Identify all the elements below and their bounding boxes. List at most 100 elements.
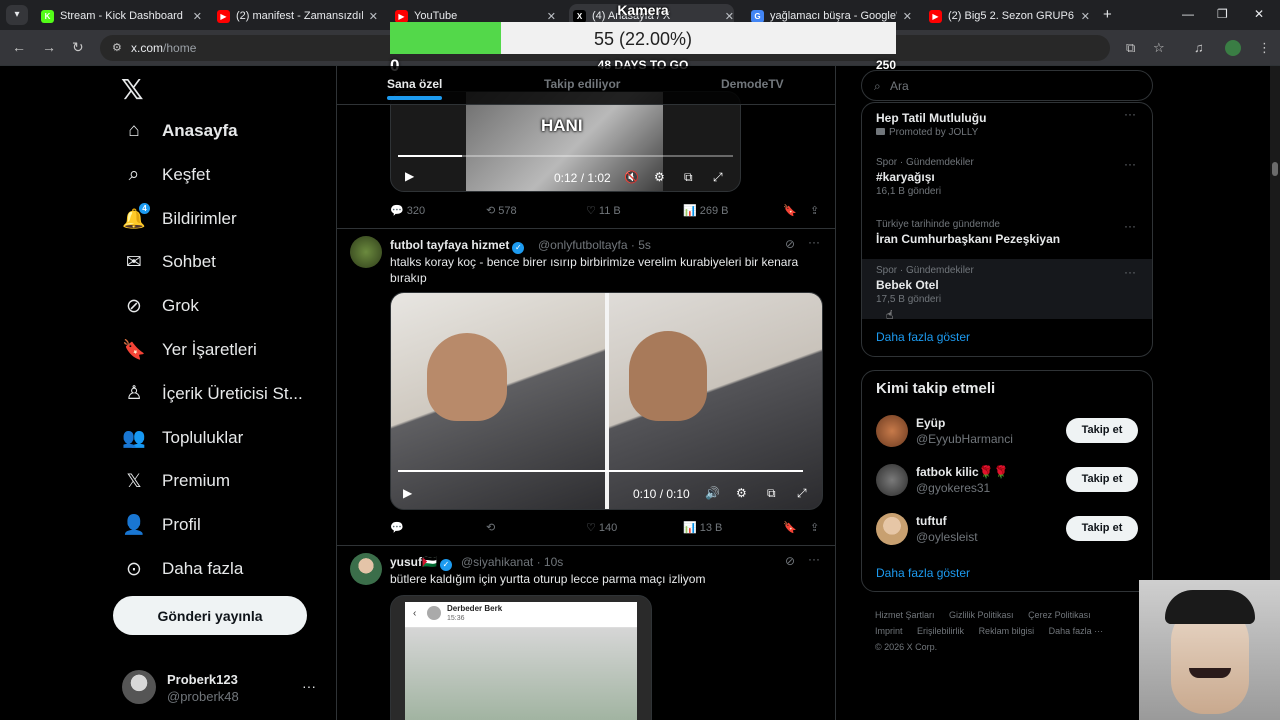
tab-search-button[interactable]: ▾ [6,5,28,25]
tab-close-icon[interactable]: ✕ [1081,10,1090,23]
more-dots-icon[interactable]: ··· [1124,265,1136,279]
browser-tab[interactable]: ▶ (2) manifest - Zamansızdık ✕ [213,4,378,28]
sidebar-item-bookmark[interactable]: 🔖 Yer İşaretleri [122,330,257,370]
avatar[interactable] [876,513,908,545]
video-player[interactable]: HANI ▶ 0:12 / 1:02 🔇 ⚙ ⧉ ⤢ [390,91,741,192]
tab-demodetv[interactable]: DemodeTV [721,77,784,91]
site-info-icon[interactable]: ⚙ [112,41,122,54]
search-box[interactable]: ⌕ [861,70,1153,101]
sidebar-item-profile[interactable]: 👤 Profil [122,505,201,545]
close-window-icon[interactable]: ✕ [1254,7,1264,21]
show-more-link[interactable]: Daha fazla göster [876,566,970,580]
bookmark-star-icon[interactable]: ☆ [1153,40,1165,56]
video-progress[interactable] [398,155,733,157]
avatar[interactable] [350,236,382,268]
trend-item[interactable]: Hep Tatil Mutluluğu Promoted by JOLLY [876,109,986,138]
like-button[interactable]: ♡ 11 B [586,204,621,217]
post-button[interactable]: Gönderi yayınla [113,596,307,635]
tab-close-icon[interactable]: ✕ [903,10,912,23]
footer-link[interactable]: Gizlilik Politikası [949,610,1014,620]
follow-button[interactable]: Takip et [1066,516,1138,541]
footer-link[interactable]: Imprint [875,626,903,636]
footer-link[interactable]: Reklam bilgisi [979,626,1035,636]
grok-icon[interactable]: ⊘ [785,554,795,568]
share-icon[interactable]: ⇪ [810,521,819,534]
browser-tab[interactable]: K Stream - Kick Dashboard ✕ [37,4,202,28]
pip-icon[interactable]: ⧉ [684,170,693,185]
more-dots-icon[interactable]: ··· [1124,219,1136,233]
tab-close-icon[interactable]: ✕ [193,10,202,23]
minimize-icon[interactable]: — [1182,7,1194,21]
video-player[interactable]: ▶ 0:10 / 0:10 🔊 ⚙ ⧉ ⤢ [390,292,823,510]
sidebar-item-bell[interactable]: 🔔 4 Bildirimler [122,199,237,239]
grok-icon[interactable]: ⊘ [785,237,795,251]
repost-button[interactable]: ⟲ 578 [486,204,517,217]
tweet-author[interactable]: yusuf🇵🇸 ✓ [390,555,452,571]
tab-following[interactable]: Takip ediliyor [544,77,620,91]
reload-icon[interactable]: ↻ [72,39,84,56]
install-app-icon[interactable]: ⧉ [1126,40,1135,56]
back-icon[interactable]: ← [12,39,26,55]
user-name[interactable]: tuftuf [916,514,947,528]
avatar[interactable] [350,553,382,585]
maximize-icon[interactable]: ❐ [1217,7,1228,21]
play-icon[interactable]: ▶ [405,169,414,183]
reply-button[interactable]: 💬 [390,521,404,534]
reply-button[interactable]: 💬 320 [390,204,425,217]
tweet-handle[interactable]: @siyahikanat · 10s [461,555,563,569]
pip-icon[interactable]: ⧉ [767,486,776,501]
more-dots-icon[interactable]: ··· [808,552,820,566]
avatar[interactable] [876,415,908,447]
settings-icon[interactable]: ⚙ [736,486,747,500]
tab-close-icon[interactable]: ✕ [369,10,378,23]
footer-link[interactable]: Çerez Politikası [1028,610,1091,620]
video-progress[interactable] [398,470,803,472]
sidebar-item-grok[interactable]: ⊘ Grok [122,286,199,326]
tab-for-you[interactable]: Sana özel [387,77,443,100]
follow-button[interactable]: Takip et [1066,418,1138,443]
footer-link[interactable]: Erişilebilirlik [917,626,964,636]
sidebar-item-creator-studio[interactable]: ♙ İçerik Üreticisi St... [122,374,302,414]
sidebar-item-x[interactable]: 𝕏 Premium [122,461,230,501]
sidebar-item-communities[interactable]: 👥 Topluluklar [122,418,243,458]
fullscreen-icon[interactable]: ⤢ [713,170,723,185]
repost-button[interactable]: ⟲ [486,521,495,534]
like-button[interactable]: ♡ 140 [586,521,617,534]
image-media[interactable]: ‹ Derbeder Berk 15:36 [390,595,652,720]
new-tab-icon[interactable]: + [1103,6,1112,23]
more-dots-icon[interactable]: ··· [302,678,316,694]
tweet-author[interactable]: futbol tayfaya hizmet ✓ [390,238,525,254]
footer-link[interactable]: Daha fazla ··· [1049,626,1104,636]
bookmark-icon[interactable]: 🔖 [783,204,797,217]
sidebar-item-search[interactable]: ⌕ Keşfet [122,155,211,195]
search-input[interactable] [890,77,1140,95]
settings-icon[interactable]: ⚙ [654,170,665,184]
user-name[interactable]: fatbok kilic🌹🌹 [916,465,1009,479]
fullscreen-icon[interactable]: ⤢ [797,486,807,501]
avatar[interactable] [876,464,908,496]
show-more-link[interactable]: Daha fazla göster [876,330,970,344]
bookmark-icon[interactable]: 🔖 [783,521,797,534]
mute-icon[interactable]: 🔇 [624,170,639,184]
scrollbar-thumb[interactable] [1272,162,1278,176]
account-switcher[interactable]: Proberk123 @proberk48 ··· [122,670,322,706]
play-icon[interactable]: ▶ [403,486,412,500]
trend-item[interactable]: Türkiye tarihinde gündemde İran Cumhurba… [876,219,1060,246]
volume-icon[interactable]: 🔊 [705,486,720,500]
sidebar-item-home[interactable]: ⌂ Anasayfa [122,111,237,151]
views-button[interactable]: 📊 269 B [683,204,729,217]
footer-link[interactable]: Hizmet Şartları [875,610,935,620]
share-icon[interactable]: ⇪ [810,204,819,217]
forward-icon[interactable]: → [42,39,56,55]
x-logo[interactable]: 𝕏 [121,73,144,106]
page-scrollbar[interactable] [1270,66,1280,580]
more-dots-icon[interactable]: ··· [1124,157,1136,171]
trend-item[interactable]: Spor · Gündemdekiler #karyağışı 16,1 B g… [876,157,974,197]
more-dots-icon[interactable]: ··· [808,235,820,249]
sidebar-item-envelope[interactable]: ✉ Sohbet [122,242,216,282]
media-control-icon[interactable]: ♫ [1194,40,1204,55]
trend-item[interactable]: Spor · Gündemdekiler Bebek Otel 17,5 B g… [876,265,974,305]
sidebar-item-more-circle[interactable]: ⊙ Daha fazla [122,549,243,589]
user-name[interactable]: Eyüp [916,416,945,430]
tweet-handle[interactable]: @onlyfutboltayfa · 5s [538,238,651,252]
